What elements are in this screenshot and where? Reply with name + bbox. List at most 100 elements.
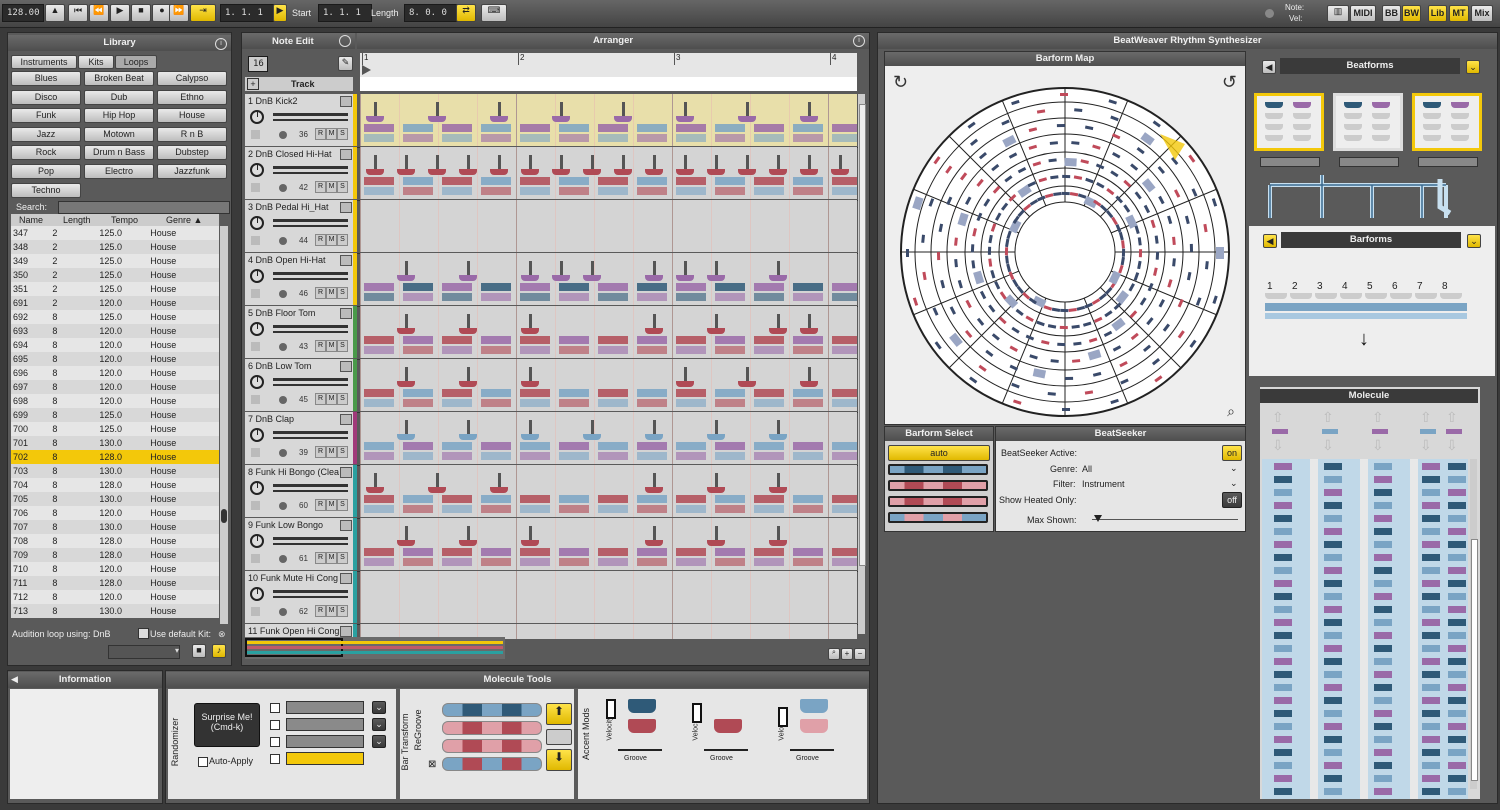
note-block[interactable]	[637, 346, 667, 354]
note-head[interactable]	[459, 328, 477, 334]
table-row[interactable]: 711 8 128.0 House	[11, 576, 219, 590]
note-block[interactable]	[442, 187, 472, 195]
note-block[interactable]	[520, 495, 550, 503]
default-kit-checkbox[interactable]	[138, 628, 149, 639]
midi-button[interactable]: MIDI	[1350, 5, 1376, 22]
track-r-button[interactable]: R	[315, 287, 326, 299]
note-block[interactable]	[403, 283, 433, 291]
molecule-cell[interactable]	[1374, 515, 1392, 522]
velocity-stem[interactable]	[467, 420, 470, 434]
track-r-button[interactable]: R	[315, 234, 326, 246]
rewind-start-button[interactable]: ⏮	[68, 4, 88, 22]
lib-button[interactable]: Lib	[1428, 5, 1447, 22]
velocity-stem[interactable]	[715, 526, 718, 540]
genre-button[interactable]: Drum n Bass	[84, 145, 154, 161]
velocity-stem[interactable]	[653, 473, 656, 487]
molecule-down-arrow-icon[interactable]: ⇩	[1446, 437, 1458, 454]
molecule-cell[interactable]	[1324, 645, 1342, 652]
molecule-cell[interactable]	[1324, 606, 1342, 613]
loop-mode-button[interactable]: ⇥	[190, 4, 216, 22]
note-block[interactable]	[793, 505, 823, 513]
molecule-cell[interactable]	[1422, 515, 1440, 522]
note-block[interactable]	[520, 336, 550, 344]
velocity-stem[interactable]	[622, 102, 625, 116]
track-lane[interactable]	[360, 571, 857, 623]
note-block[interactable]	[793, 346, 823, 354]
molecule-cell[interactable]	[1422, 476, 1440, 483]
keyboard-button[interactable]: ⌨	[481, 4, 507, 22]
note-block[interactable]	[364, 134, 394, 142]
table-row[interactable]: 709 8 128.0 House	[11, 548, 219, 562]
note-block[interactable]	[520, 399, 550, 407]
mt-button[interactable]: MT	[1449, 5, 1469, 22]
track-s-button[interactable]: S	[337, 499, 348, 511]
note-block[interactable]	[715, 177, 745, 185]
note-block[interactable]	[559, 134, 589, 142]
note-block[interactable]	[481, 558, 511, 566]
pan-slider[interactable]	[273, 119, 348, 121]
zoom-icon[interactable]: ⌕	[828, 648, 840, 660]
note-block[interactable]	[364, 495, 394, 503]
velocity-stem[interactable]	[436, 155, 439, 169]
col-name[interactable]: Name	[19, 215, 43, 225]
track-m-button[interactable]: M	[326, 605, 337, 617]
note-head[interactable]	[521, 434, 539, 440]
molecule-grid[interactable]	[1262, 459, 1468, 799]
molecule-cell[interactable]	[1324, 593, 1342, 600]
molecule-cell[interactable]	[1422, 606, 1440, 613]
molecule-cell[interactable]	[1422, 554, 1440, 561]
note-block[interactable]	[481, 452, 511, 460]
velocity-stem[interactable]	[560, 102, 563, 116]
molecule-cell[interactable]	[1374, 736, 1392, 743]
note-head[interactable]	[397, 275, 415, 281]
table-row[interactable]: 694 8 120.0 House	[11, 338, 219, 352]
track-header[interactable]: 5 DnB Floor Tom 43 R M S	[245, 306, 353, 358]
genre-dropdown-icon[interactable]: ⌄	[1230, 463, 1238, 474]
track-lane[interactable]	[360, 147, 857, 199]
molecule-cell[interactable]	[1448, 736, 1466, 743]
note-block[interactable]	[676, 442, 706, 450]
molecule-cell[interactable]	[1422, 463, 1440, 470]
beatform-pattern-bar[interactable]	[1260, 157, 1320, 167]
track-header[interactable]: 2 DnB Closed Hi-Hat 42 R M S	[245, 147, 353, 199]
barform-cell[interactable]	[1004, 247, 1009, 256]
note-head[interactable]	[459, 169, 477, 175]
zoom-out-icon[interactable]: −	[854, 648, 866, 660]
note-block[interactable]	[442, 505, 472, 513]
track-dot-icon[interactable]	[279, 184, 287, 192]
fast-forward-button[interactable]: ⏩	[169, 4, 189, 22]
track-header[interactable]: 7 DnB Clap 39 R M S	[245, 412, 353, 464]
molecule-cell[interactable]	[1448, 671, 1466, 678]
max-shown-slider[interactable]	[1092, 515, 1238, 522]
molecule-cell[interactable]	[1448, 489, 1466, 496]
note-head[interactable]	[552, 169, 570, 175]
velocity-stem[interactable]	[405, 155, 408, 169]
molecule-up-arrow-icon[interactable]: ⇧	[1272, 409, 1284, 426]
track-options-icon[interactable]	[340, 96, 352, 107]
note-block[interactable]	[715, 134, 745, 142]
note-block[interactable]	[598, 134, 628, 142]
note-block[interactable]	[559, 558, 589, 566]
velocity-stem[interactable]	[653, 526, 656, 540]
molecule-cell[interactable]	[1448, 788, 1466, 795]
barform-cell[interactable]	[1064, 157, 1077, 167]
note-block[interactable]	[754, 293, 784, 301]
velocity-stem[interactable]	[622, 155, 625, 169]
note-block[interactable]	[403, 346, 433, 354]
molecule-cell[interactable]	[1274, 567, 1292, 574]
note-block[interactable]	[754, 495, 784, 503]
track-grid-icon[interactable]	[251, 289, 260, 298]
regroove-pattern-row[interactable]	[442, 739, 542, 753]
molecule-cell[interactable]	[1374, 684, 1392, 691]
velocity-slider[interactable]	[273, 431, 348, 434]
track-header[interactable]: 8 Funk Hi Bongo (Clea 60 R M S	[245, 465, 353, 517]
molecule-cell[interactable]	[1448, 463, 1466, 470]
molecule-cell[interactable]	[1448, 606, 1466, 613]
note-block[interactable]	[754, 187, 784, 195]
track-grid-icon[interactable]	[251, 342, 260, 351]
velocity-slider[interactable]	[273, 113, 348, 116]
molecule-cell[interactable]	[1448, 697, 1466, 704]
volume-knob-icon[interactable]	[250, 534, 264, 548]
mix-button[interactable]: Mix	[1471, 5, 1493, 22]
note-block[interactable]	[637, 399, 667, 407]
